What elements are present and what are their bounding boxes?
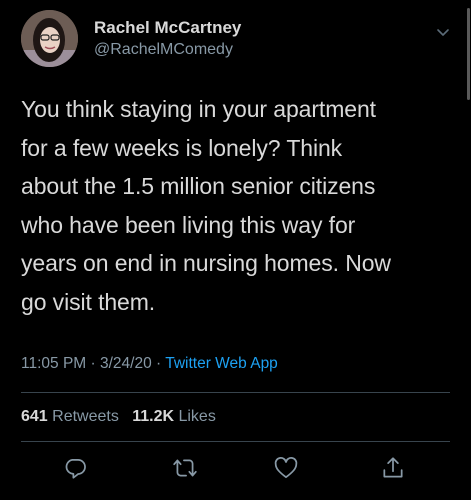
tweet-date[interactable]: 3/24/20 [100,355,152,372]
meta-separator: · [156,355,162,372]
author-block[interactable]: Rachel McCartney @RachelMComedy [94,17,241,60]
tweet-source[interactable]: Twitter Web App [165,355,278,372]
display-name[interactable]: Rachel McCartney [94,17,241,38]
divider [21,441,450,442]
retweets-label: Retweets [52,408,119,425]
user-handle[interactable]: @RachelMComedy [94,39,241,60]
likes-stat[interactable]: 11.2K Likes [132,408,216,425]
tweet-time[interactable]: 11:05 PM [21,355,86,372]
retweet-icon[interactable] [172,455,198,481]
meta-separator: · [90,355,96,372]
likes-count: 11.2K [132,408,175,425]
tweet-detail: Rachel McCartney @RachelMComedy You thin… [0,0,471,500]
divider [21,392,450,393]
heart-icon[interactable] [273,455,299,481]
retweets-count: 641 [21,408,48,425]
reply-icon[interactable] [62,455,88,481]
tweet-text-line: You think staying in your apartment [21,96,376,122]
tweet-text-line: about the 1.5 million senior citizens [21,173,376,199]
tweet-text-line: years on end in nursing homes. Now [21,250,391,276]
scrollbar[interactable] [467,8,470,100]
tweet-text-line: who have been living this way for [21,211,356,238]
avatar[interactable] [21,10,78,67]
action-bar [0,455,471,485]
tweet-stats: 641 Retweets 11.2K Likes [21,408,216,426]
retweets-stat[interactable]: 641 Retweets [21,408,119,425]
share-icon[interactable] [380,455,406,481]
likes-label: Likes [178,408,216,425]
tweet-metadata: 11:05 PM · 3/24/20 · Twitter Web App [21,355,278,373]
chevron-down-icon[interactable] [435,24,451,40]
tweet-text: You think staying in your apartment for … [21,90,451,321]
tweet-text-line: go visit them. [21,288,156,315]
tweet-text-line: for a few weeks is lonely? Think [21,134,343,161]
